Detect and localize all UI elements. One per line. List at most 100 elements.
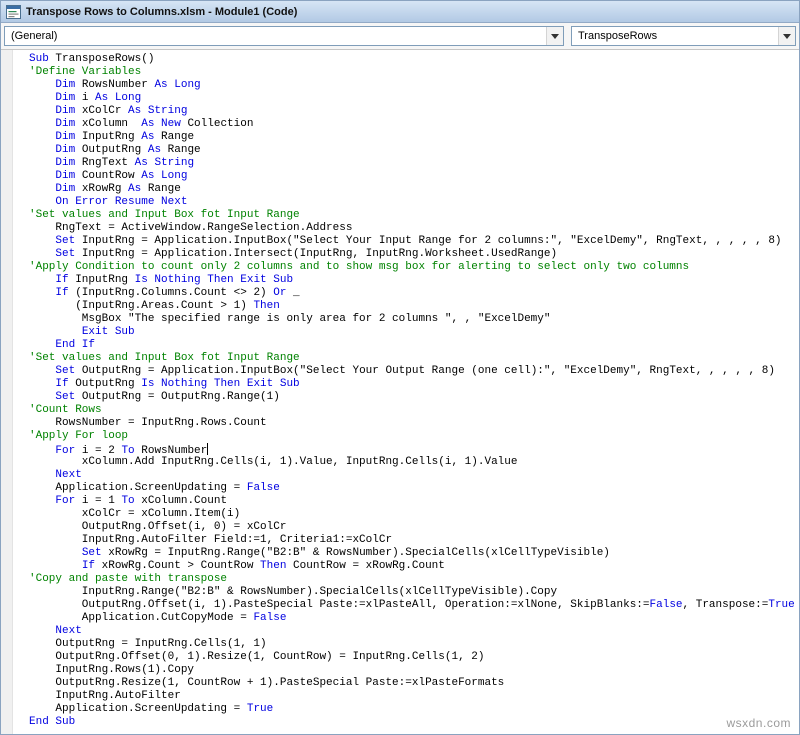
code-line: 'Set values and Input Box fot Input Rang… [29,352,799,365]
code-token: OutputRng.Offset(0, 1).Resize(1, CountRo… [29,651,484,663]
code-token: If [55,274,68,286]
code-line: 'Apply Condition to count only 2 columns… [29,261,799,274]
code-token: 'Define Variables [29,66,141,78]
code-token: Next [55,625,81,637]
code-token: Set [82,547,102,559]
code-token [29,378,55,390]
code-token [29,92,55,104]
code-token: OutputRng = Application.InputBox("Select… [75,365,775,377]
code-token: False [253,612,286,624]
code-token: Dim [55,131,75,143]
code-token: Dim [55,79,75,91]
code-line: Application.ScreenUpdating = True [29,703,799,716]
code-token: xRowRg = InputRng.Range("B2:B" & RowsNum… [102,547,610,559]
code-token: InputRng.AutoFilter [29,690,181,702]
code-token [29,144,55,156]
code-token: xRowRg [75,183,128,195]
code-token [29,469,55,481]
code-line: If (InputRng.Columns.Count <> 2) Or _ [29,287,799,300]
code-token: xColCr = xColumn.Item(i) [29,508,240,520]
code-token: xColCr [75,105,128,117]
module-icon [6,5,21,19]
code-area: Sub TransposeRows()'Define Variables Dim… [1,50,799,734]
dropdown-arrow-icon[interactable] [546,27,563,45]
code-token: 'Set values and Input Box fot Input Rang… [29,352,300,364]
code-token: Range [141,183,181,195]
code-token: As Long [154,79,200,91]
code-token: Then [260,560,286,572]
code-token: xRowRg.Count > CountRow [95,560,260,572]
code-line: RowsNumber = InputRng.Rows.Count [29,417,799,430]
code-token: As [141,131,154,143]
code-token: InputRng [75,131,141,143]
code-token [29,131,55,143]
code-line: 'Copy and paste with transpose [29,573,799,586]
code-line: xColumn.Add InputRng.Cells(i, 1).Value, … [29,456,799,469]
code-token: i = 1 [75,495,121,507]
code-token: True [768,599,794,611]
code-line: Application.ScreenUpdating = False [29,482,799,495]
code-line: 'Apply For loop [29,430,799,443]
code-line: Dim xColumn As New Collection [29,118,799,131]
code-line: 'Define Variables [29,66,799,79]
code-token: MsgBox "The specified range is only area… [29,313,551,325]
code-token: If [82,560,95,572]
code-line: Dim InputRng As Range [29,131,799,144]
code-token: RowsNumber [75,79,154,91]
window-title: Transpose Rows to Columns.xlsm - Module1… [26,6,297,18]
code-line: Next [29,469,799,482]
code-token: Set [55,365,75,377]
code-line: Set xRowRg = InputRng.Range("B2:B" & Row… [29,547,799,560]
object-dropdown[interactable]: (General) [4,26,564,46]
code-token: Is Nothing Then Exit Sub [135,274,293,286]
code-token: Dim [55,183,75,195]
code-line: Next [29,625,799,638]
code-line: OutputRng = InputRng.Cells(1, 1) [29,638,799,651]
code-token: Collection [181,118,254,130]
code-token: Set [55,235,75,247]
code-token: If [55,287,68,299]
code-token [29,157,55,169]
code-token: OutputRng.Resize(1, CountRow + 1).PasteS… [29,677,504,689]
text-caret [207,443,208,455]
code-token: xColumn.Count [135,495,227,507]
dropdown-arrow-icon[interactable] [778,27,795,45]
code-token: Range [154,131,194,143]
code-token: As String [128,105,187,117]
code-token: As String [135,157,194,169]
code-token: RowsNumber = InputRng.Rows.Count [29,417,267,429]
watermark: wsxdn.com [726,716,791,730]
code-line: (InputRng.Areas.Count > 1) Then [29,300,799,313]
code-token [29,248,55,260]
code-token: OutputRng = OutputRng.Range(1) [75,391,280,403]
code-token: Set [55,248,75,260]
code-token: (InputRng.Columns.Count <> 2) [69,287,274,299]
code-line: 'Set values and Input Box fot Input Rang… [29,209,799,222]
code-token [29,196,55,208]
code-token: Application.CutCopyMode = [29,612,253,624]
code-token: As [128,183,141,195]
margin-indicator-bar[interactable] [1,50,13,734]
code-token [29,495,55,507]
code-token: OutputRng [69,378,142,390]
combo-bar: (General) TransposeRows [1,23,799,50]
code-line: Dim xRowRg As Range [29,183,799,196]
code-token: Dim [55,144,75,156]
code-line: End If [29,339,799,352]
code-line: For i = 1 To xColumn.Count [29,495,799,508]
code-line: Set OutputRng = OutputRng.Range(1) [29,391,799,404]
code-line: End Sub [29,716,799,729]
code-token [29,339,55,351]
code-line: InputRng.Rows(1).Copy [29,664,799,677]
code-editor[interactable]: Sub TransposeRows()'Define Variables Dim… [13,50,799,734]
code-line: InputRng.AutoFilter [29,690,799,703]
code-token: InputRng.Range("B2:B" & RowsNumber).Spec… [29,586,557,598]
code-token: xColumn [75,118,141,130]
code-token: As Long [141,170,187,182]
code-line: Sub TransposeRows() [29,53,799,66]
procedure-dropdown[interactable]: TransposeRows [571,26,796,46]
code-token: Or [273,287,286,299]
code-line: RngText = ActiveWindow.RangeSelection.Ad… [29,222,799,235]
code-line: OutputRng.Offset(0, 1).Resize(1, CountRo… [29,651,799,664]
code-line: OutputRng.Offset(i, 1).PasteSpecial Past… [29,599,799,612]
